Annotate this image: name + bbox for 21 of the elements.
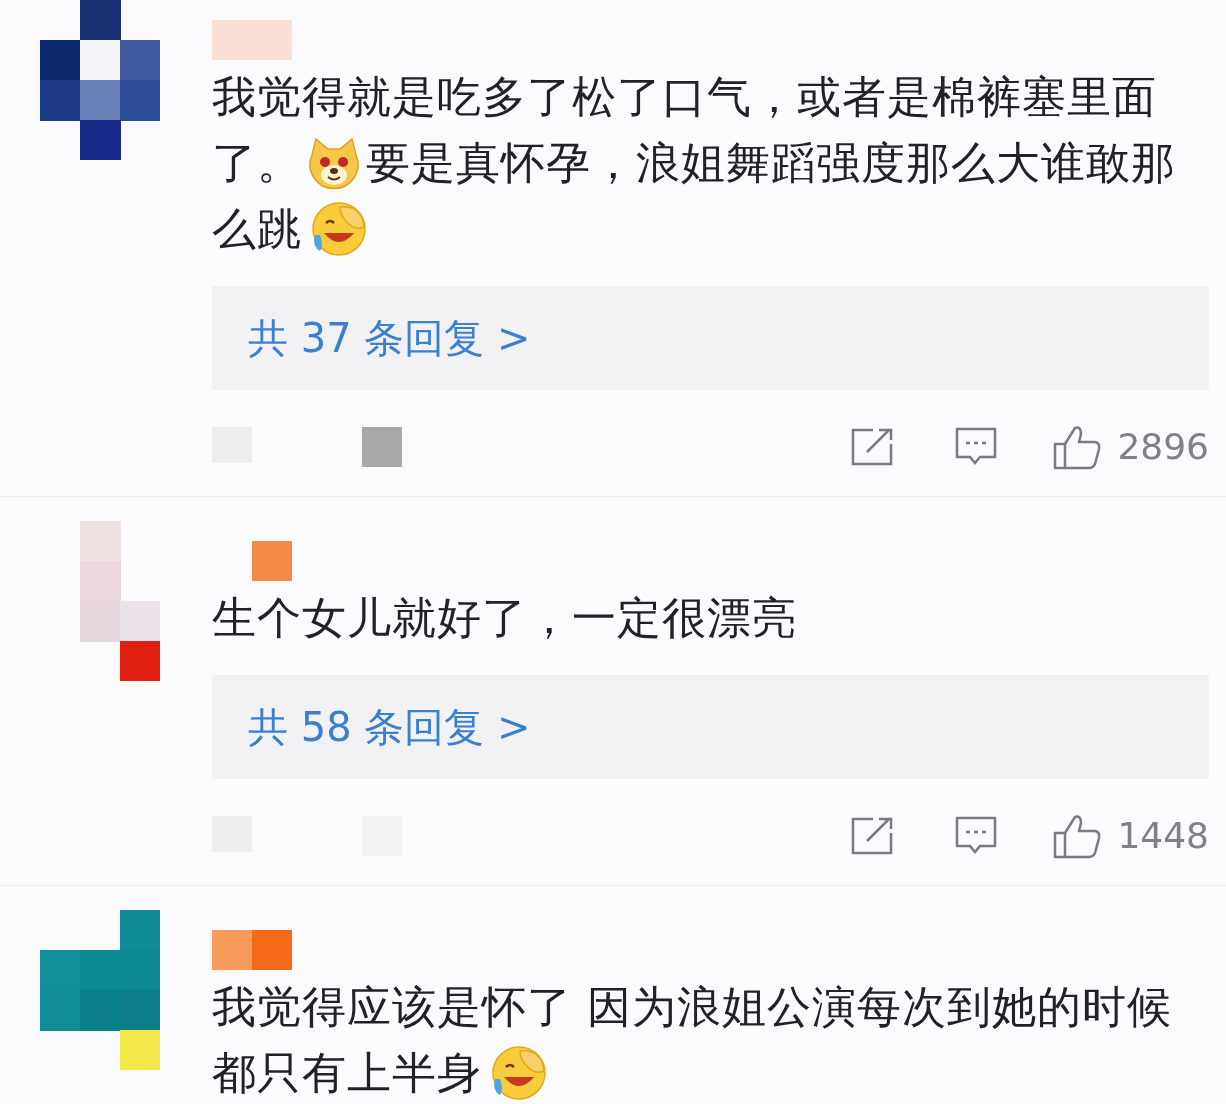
share-icon[interactable] <box>851 428 894 466</box>
comment-text: 我觉得应该是怀了 因为浪姐公演每次到她的时候 <box>212 980 1172 1034</box>
redacted-username <box>252 541 292 581</box>
thumbs-up-icon[interactable] <box>1053 813 1102 859</box>
comment-text: 我觉得就是吃多了松了口气，或者是棉裤塞里面 <box>212 70 1157 124</box>
like-count: 1448 <box>1117 814 1209 858</box>
replies-link[interactable]: 共 37 条回复 > <box>212 286 1209 390</box>
replies-link[interactable]: 共 58 条回复 > <box>212 675 1209 779</box>
thumbs-up-icon[interactable] <box>1053 424 1102 470</box>
comment-text: 么跳 <box>212 202 302 256</box>
comment-icon[interactable] <box>955 427 998 467</box>
comment-text: 都只有上半身 <box>212 1046 482 1100</box>
laughing-face-icon <box>310 201 368 257</box>
comment-icon[interactable] <box>955 816 998 856</box>
comment-text: 了。 <box>212 136 302 190</box>
laughing-face-icon <box>490 1045 548 1101</box>
dog-face-icon <box>306 135 362 191</box>
like-count: 2896 <box>1117 425 1209 469</box>
share-icon[interactable] <box>851 817 894 855</box>
comment-text: 要是真怀孕，浪姐舞蹈强度那么大谁敢那 <box>366 136 1176 190</box>
comment-text: 生个女儿就好了，一定很漂亮 <box>212 591 797 645</box>
